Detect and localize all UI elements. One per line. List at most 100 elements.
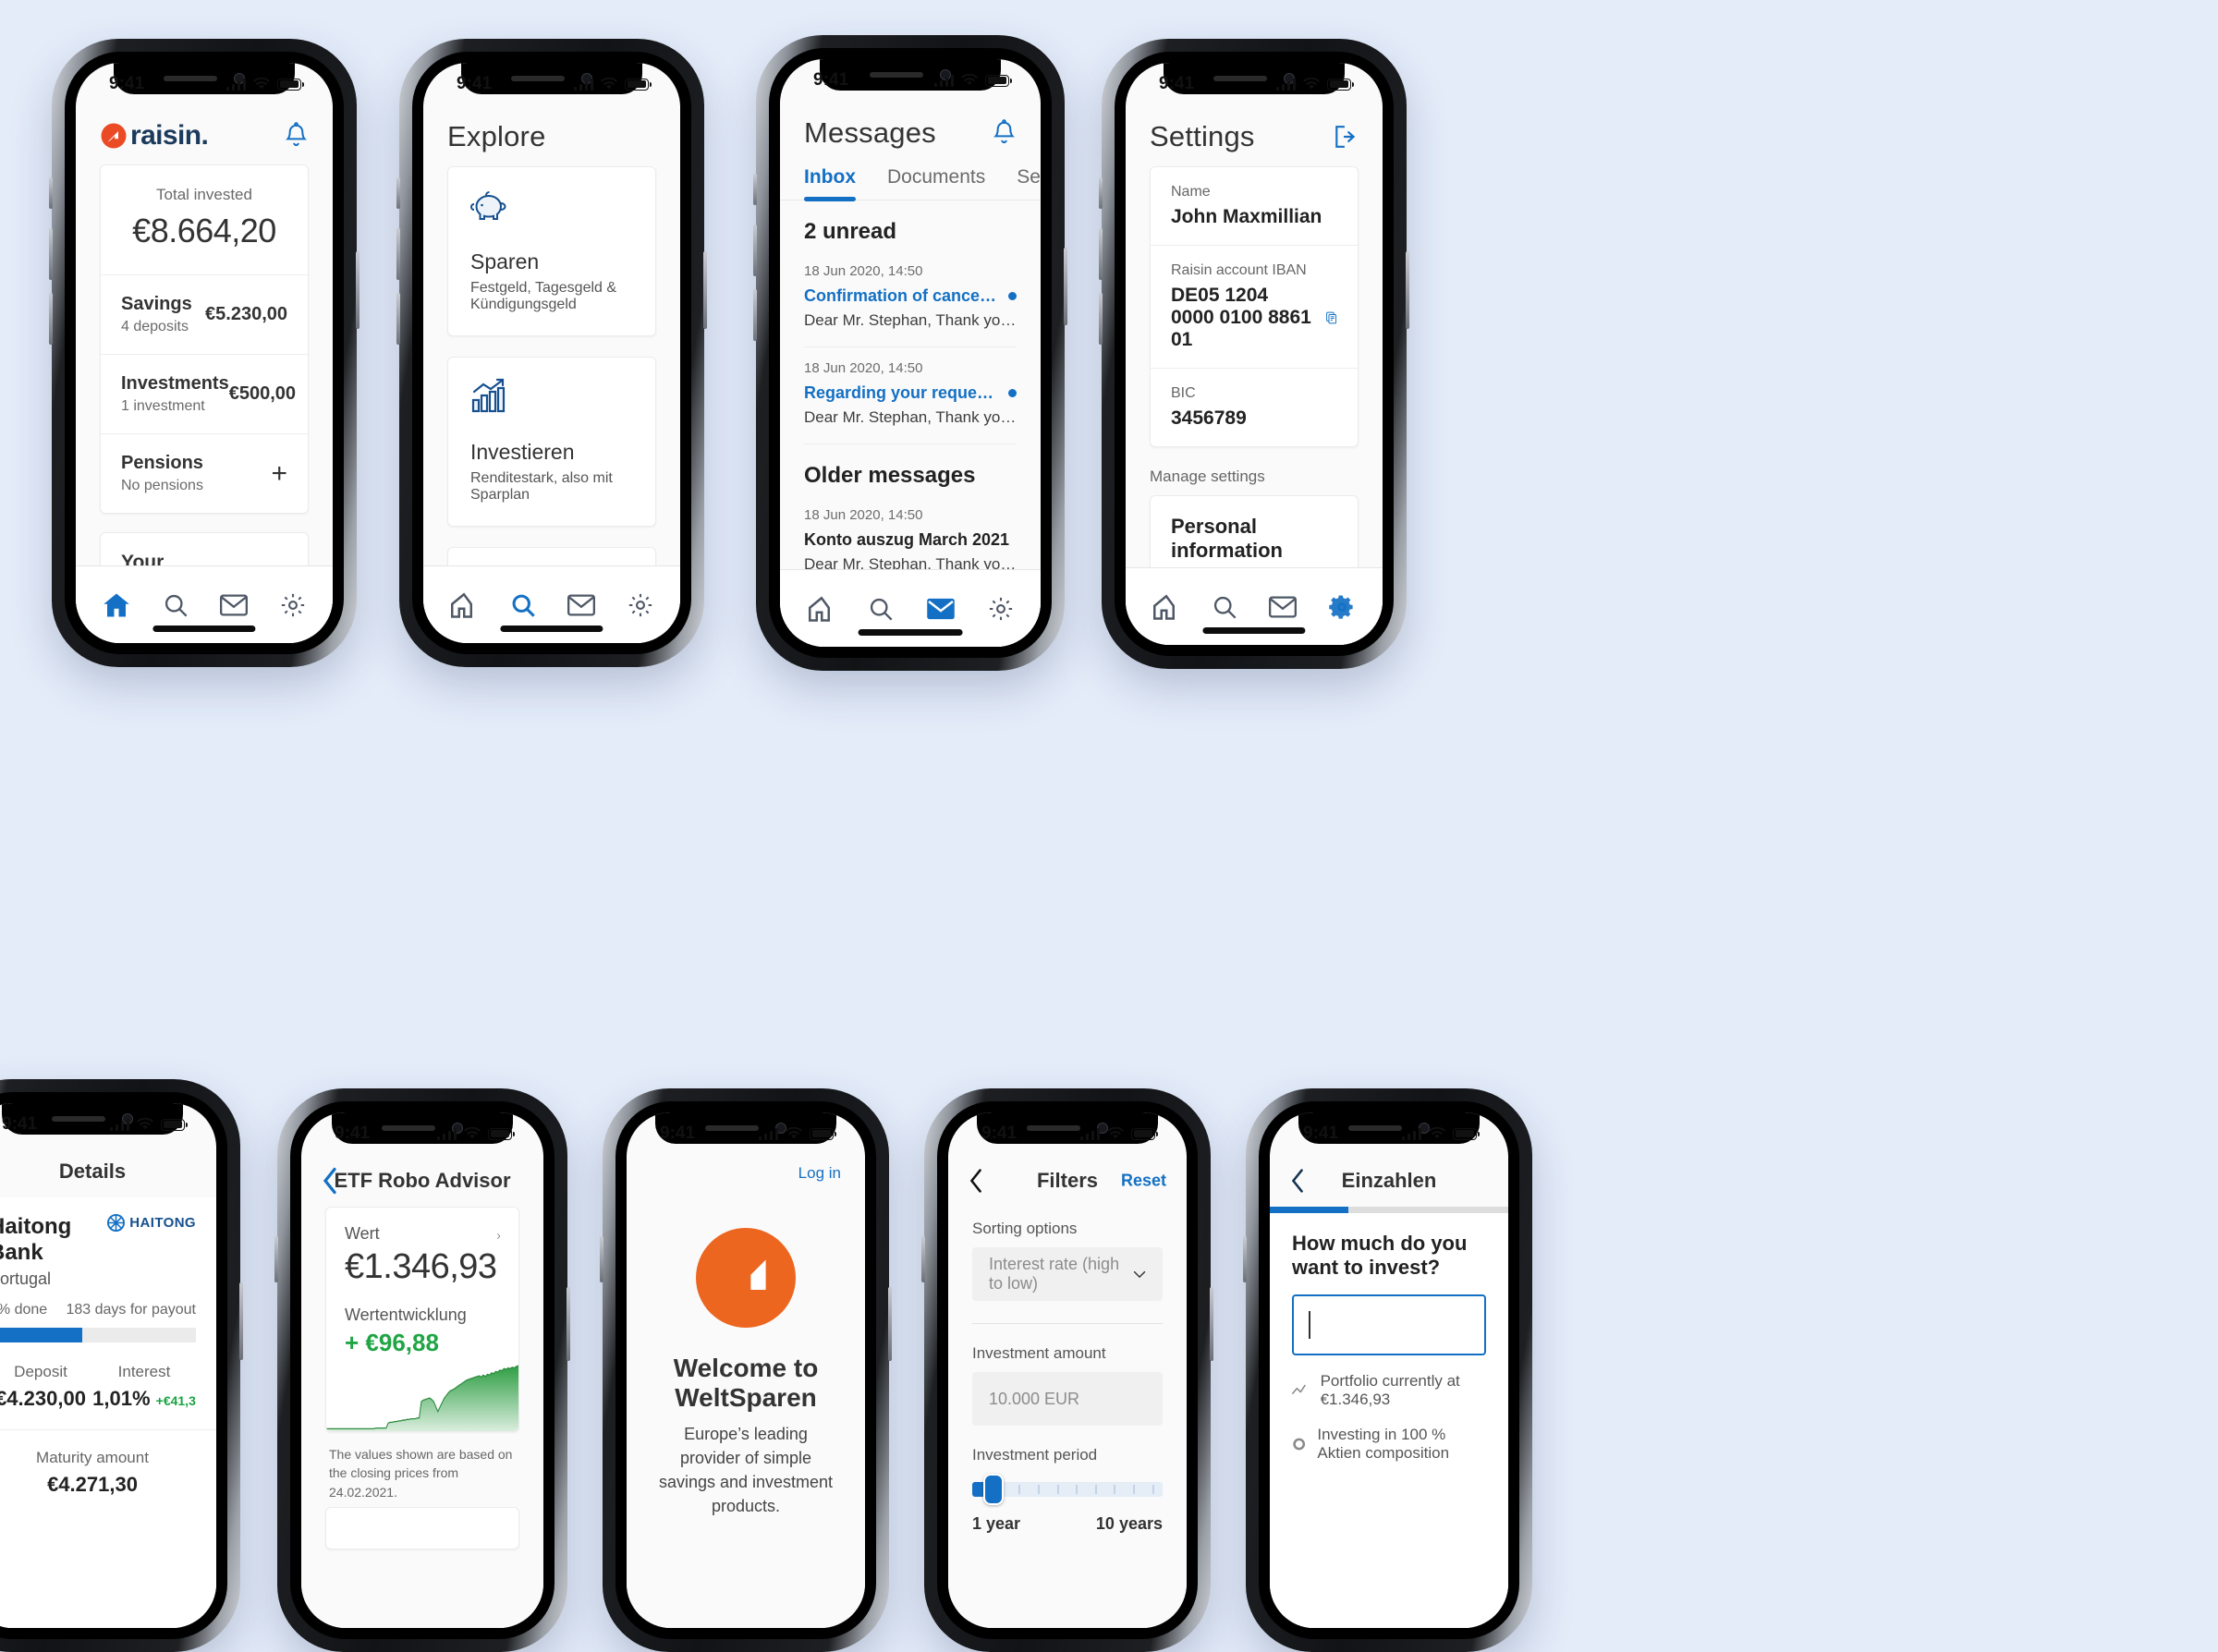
reset-button[interactable]: Reset — [1121, 1172, 1166, 1191]
messages-scroll[interactable]: 2 unread 18 Jun 2020, 14:50 Confirmation… — [780, 200, 1041, 569]
gear-icon[interactable] — [280, 592, 306, 618]
investment-amount-placeholder: 10.000 EUR — [989, 1389, 1080, 1408]
mute-switch[interactable] — [753, 174, 757, 205]
gear-icon[interactable] — [988, 596, 1014, 622]
phone-einzahlen: 9:41 Einzahlen How much do you want to i… — [1243, 1088, 1532, 1652]
welcome-title: Welcome to WeltSparen — [673, 1353, 819, 1412]
period-min-label: 1 year — [972, 1514, 1021, 1533]
power-button[interactable] — [1210, 1287, 1213, 1361]
volume-down-button[interactable] — [1099, 293, 1103, 345]
tab-inbox[interactable]: Inbox — [804, 166, 856, 201]
gear-icon[interactable] — [628, 592, 653, 618]
explore-scroll[interactable]: Sparen Festgeld, Tagesgeld & Kündigungsg… — [423, 166, 680, 565]
mute-switch[interactable] — [1099, 177, 1103, 209]
raisin-logo: raisin. — [100, 120, 209, 152]
raisin-wordmark: raisin. — [130, 120, 209, 151]
power-button[interactable] — [888, 1287, 892, 1361]
logout-icon[interactable] — [1333, 125, 1359, 149]
tab-documents[interactable]: Documents — [887, 166, 985, 200]
home-header: raisin. — [76, 105, 333, 164]
message-item[interactable]: 18 Jun 2020, 14:50 Confirmation of cance… — [804, 250, 1017, 347]
maturity-block: Maturity amount €4.271,30 — [0, 1430, 216, 1515]
battery-icon — [161, 1118, 189, 1131]
phone-messages: 9:41 Messages Inbox Documents Sen — [753, 35, 1067, 671]
volume-up-button[interactable] — [274, 1236, 278, 1282]
search-icon[interactable] — [868, 596, 894, 622]
investment-amount-label: Investment amount — [972, 1344, 1106, 1362]
home-icon[interactable] — [808, 595, 835, 622]
volume-up-button[interactable] — [1099, 228, 1103, 280]
chevron-left-icon[interactable] — [322, 1167, 338, 1195]
search-icon[interactable] — [1212, 594, 1237, 620]
home-scroll[interactable]: Total invested €8.664,20 Savings 4 deposi… — [76, 164, 333, 565]
status-bar: 9:41 — [1126, 63, 1383, 105]
portfolio-row-savings[interactable]: Savings 4 deposits €5.230,00 — [101, 274, 308, 354]
login-link[interactable]: Log in — [798, 1164, 841, 1183]
mail-icon[interactable] — [567, 593, 596, 617]
deposit-label: Deposit — [14, 1363, 67, 1380]
chevron-left-icon[interactable] — [1290, 1168, 1305, 1194]
interest-label: Interest — [117, 1363, 171, 1380]
power-button[interactable] — [567, 1287, 570, 1361]
add-pension-button[interactable]: + — [271, 458, 287, 490]
chevron-right-icon[interactable] — [496, 1224, 500, 1248]
volume-up-button[interactable] — [600, 1236, 603, 1282]
power-button[interactable] — [1406, 251, 1409, 329]
explore-card-investieren[interactable]: Investieren Renditestark, also mit Sparp… — [447, 357, 656, 527]
settings-field-bic: BIC 3456789 — [1151, 368, 1358, 446]
mute-switch[interactable] — [49, 177, 53, 209]
search-icon[interactable] — [163, 592, 189, 618]
filters-screen: Filters Reset Sorting options Interest r… — [948, 1155, 1187, 1628]
message-item[interactable]: 18 Jun 2020, 14:50 Konto auszug March 20… — [804, 494, 1017, 569]
performance-area-chart — [326, 1365, 518, 1431]
explore-card-sparen[interactable]: Sparen Festgeld, Tagesgeld & Kündigungsg… — [447, 166, 656, 336]
explore-card-sub: Renditestark, also mit Sparplan — [470, 470, 613, 503]
mail-icon[interactable] — [1269, 595, 1297, 619]
bell-icon[interactable] — [284, 122, 309, 150]
chart-disclaimer: The values shown are based on the closin… — [329, 1447, 513, 1500]
copy-icon[interactable] — [1326, 307, 1337, 329]
home-icon[interactable] — [1152, 593, 1180, 620]
volume-down-button[interactable] — [753, 289, 757, 341]
volume-up-button[interactable] — [921, 1236, 925, 1282]
filters-scroll[interactable]: Sorting options Interest rate (high to l… — [948, 1207, 1187, 1628]
account-card: Name John Maxmillian Raisin account IBAN… — [1150, 166, 1359, 447]
settings-item-personal-information[interactable]: Personal information Your name, e-mail, … — [1151, 496, 1358, 567]
explore-card-vorsogen[interactable]: Vorsogen Altersvorsorge mit ETFs — [447, 547, 656, 565]
gear-icon[interactable] — [1328, 593, 1356, 621]
sorting-options-select[interactable]: Interest rate (high to low) — [972, 1247, 1163, 1301]
mute-switch[interactable] — [396, 177, 400, 209]
portfolio-value-card[interactable]: Wert €1.346,93 Wertentwicklung + €96,88 — [325, 1207, 519, 1432]
power-button[interactable] — [356, 251, 360, 329]
volume-up-button[interactable] — [1243, 1236, 1247, 1282]
mail-icon[interactable] — [220, 593, 249, 617]
bell-icon[interactable] — [992, 119, 1017, 147]
robo-scroll[interactable]: Wert €1.346,93 Wertentwicklung + €96,88 — [301, 1207, 543, 1628]
portfolio-row-investments[interactable]: Investments 1 investment €500,00 — [101, 354, 308, 433]
volume-up-button[interactable] — [396, 228, 400, 280]
power-button[interactable] — [239, 1282, 243, 1360]
volume-up-button[interactable] — [753, 225, 757, 276]
chevron-left-icon[interactable] — [969, 1168, 983, 1194]
investment-amount-input[interactable]: 10.000 EUR — [972, 1372, 1163, 1426]
settings-scroll[interactable]: Name John Maxmillian Raisin account IBAN… — [1126, 166, 1383, 567]
home-icon[interactable] — [450, 591, 478, 618]
invest-amount-input[interactable] — [1292, 1294, 1486, 1355]
power-button[interactable] — [1064, 248, 1067, 325]
power-button[interactable] — [703, 251, 707, 329]
volume-up-button[interactable] — [49, 228, 53, 280]
volume-down-button[interactable] — [396, 293, 400, 345]
next-card-peek[interactable] — [325, 1506, 519, 1549]
tab-sent[interactable]: Sent — [1017, 166, 1041, 200]
maturity-label: Maturity amount — [36, 1449, 149, 1466]
step-progress-bar — [1270, 1207, 1508, 1213]
mail-icon[interactable] — [926, 597, 956, 621]
maturity-value: €4.271,30 — [47, 1473, 138, 1496]
portfolio-row-pensions[interactable]: Pensions No pensions + — [101, 433, 308, 513]
volume-down-button[interactable] — [49, 293, 53, 345]
message-item[interactable]: 18 Jun 2020, 14:50 Regarding your reques… — [804, 347, 1017, 444]
slider-knob[interactable] — [983, 1474, 1004, 1505]
home-icon[interactable] — [103, 592, 130, 618]
search-icon[interactable] — [510, 592, 536, 618]
investment-period-slider[interactable] — [972, 1474, 1163, 1505]
